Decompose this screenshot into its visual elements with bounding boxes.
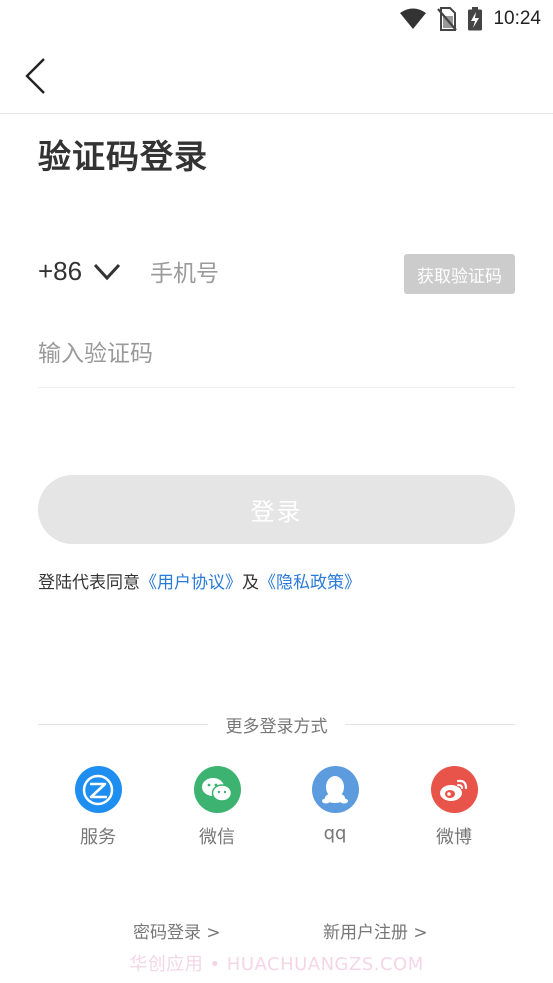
privacy-policy-link[interactable]: 《隐私政策》 <box>259 573 361 593</box>
login-button[interactable]: 登录 <box>38 475 515 544</box>
chevron-down-icon[interactable] <box>92 262 122 282</box>
page-title: 验证码登录 <box>38 137 208 176</box>
login-option-qq[interactable]: qq <box>290 766 380 844</box>
wifi-icon <box>400 8 427 29</box>
user-agreement-link[interactable]: 《用户协议》 <box>140 573 242 593</box>
more-login-divider: 更多登录方式 <box>38 712 515 738</box>
qq-icon <box>311 766 359 813</box>
login-option-label: qq <box>323 823 347 844</box>
status-time: 10:24 <box>493 8 541 29</box>
status-bar: 10:24 <box>0 0 553 38</box>
service-icon <box>74 766 122 813</box>
login-option-label: 微信 <box>199 827 235 848</box>
login-option-wechat[interactable]: 微信 <box>172 766 262 849</box>
login-option-service[interactable]: 服务 <box>53 766 143 849</box>
code-input[interactable] <box>38 332 438 376</box>
navigation-bar <box>0 38 553 114</box>
agreement-text: 登陆代表同意《用户协议》及《隐私政策》 <box>38 568 361 593</box>
watermark: 华创应用 • HUACHUANGZS.COM <box>129 954 424 975</box>
status-icons: 10:24 <box>399 6 541 32</box>
phone-row: +86 获取验证码 <box>38 248 515 300</box>
back-button[interactable] <box>18 54 52 98</box>
weibo-icon <box>430 766 478 813</box>
register-link[interactable]: 新用户注册 > <box>323 918 428 943</box>
chevron-left-icon <box>25 58 45 94</box>
battery-charging-icon <box>468 7 483 31</box>
code-row <box>38 326 515 388</box>
wechat-icon <box>193 766 241 813</box>
phone-input[interactable] <box>150 252 390 296</box>
bottom-links: 密码登录 > 新用户注册 > <box>0 918 553 948</box>
login-option-weibo[interactable]: 微博 <box>409 766 499 849</box>
agreement-conjunction: 及 <box>242 573 259 593</box>
get-code-button[interactable]: 获取验证码 <box>404 254 515 294</box>
country-code[interactable]: +86 <box>38 256 82 287</box>
no-sim-icon <box>437 7 458 31</box>
login-option-label: 服务 <box>80 827 116 848</box>
agreement-prefix: 登陆代表同意 <box>38 573 140 593</box>
divider-line-right <box>345 724 515 725</box>
password-login-link[interactable]: 密码登录 > <box>133 918 221 943</box>
login-option-label: 微博 <box>436 827 472 848</box>
